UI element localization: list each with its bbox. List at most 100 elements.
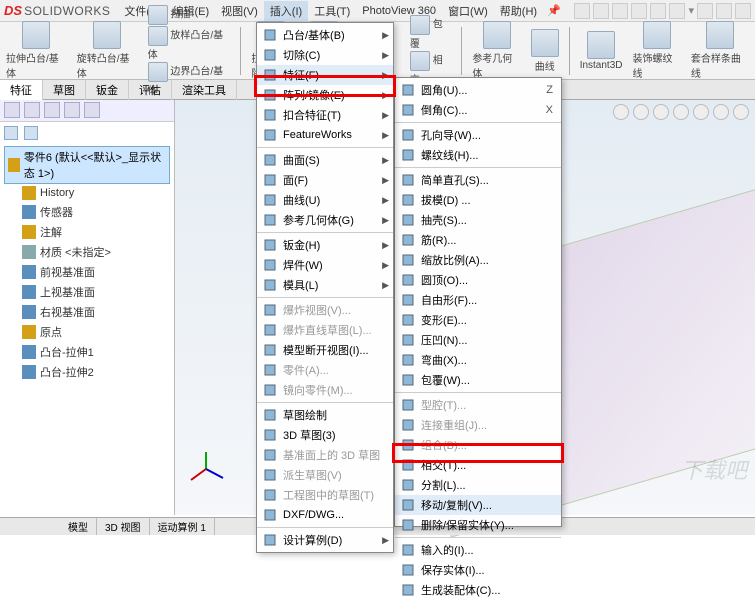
menu-item[interactable]: 变形(E)... — [395, 310, 561, 330]
menu-item[interactable]: 缩放比例(A)... — [395, 250, 561, 270]
tree-tab-config-icon[interactable] — [44, 102, 60, 118]
menu-item[interactable]: 生成装配体(C)... — [395, 580, 561, 600]
menu-item[interactable]: 圆顶(O)... — [395, 270, 561, 290]
tab-evaluate[interactable]: 评估 — [129, 80, 172, 100]
view-appear-icon[interactable] — [713, 104, 729, 120]
menu-item[interactable]: 特征(F)▶ — [257, 65, 393, 85]
menu-item[interactable]: 钣金(H)▶ — [257, 235, 393, 255]
menu-item[interactable]: 包覆(W)... — [395, 370, 561, 390]
model-tab-model[interactable]: 模型 — [60, 518, 97, 535]
qat-select-icon[interactable] — [697, 3, 713, 19]
tab-render[interactable]: 渲染工具 — [172, 80, 237, 100]
view-display-icon[interactable] — [653, 104, 669, 120]
tree-item[interactable]: 原点 — [4, 322, 170, 342]
menu-item-icon — [399, 127, 417, 143]
tree-item[interactable]: 注解 — [4, 222, 170, 242]
pin-icon[interactable]: 📌 — [547, 4, 561, 17]
qat-options2-icon[interactable] — [735, 3, 751, 19]
view-orient-icon[interactable] — [613, 104, 629, 120]
qat-print-icon[interactable] — [631, 3, 647, 19]
tab-features[interactable]: 特征 — [0, 80, 43, 100]
tree-tab-dim-icon[interactable] — [64, 102, 80, 118]
menu-item[interactable]: 圆角(U)...Z — [395, 80, 561, 100]
menu-item[interactable]: 孔向导(W)... — [395, 125, 561, 145]
menu-item[interactable]: 面(F)▶ — [257, 170, 393, 190]
ribbon-curves[interactable]: 曲线 — [531, 29, 559, 73]
tree-item[interactable]: 凸台-拉伸2 — [4, 362, 170, 382]
menu-item[interactable]: 倒角(C)...X — [395, 100, 561, 120]
menu-item[interactable]: 凸台/基体(B)▶ — [257, 25, 393, 45]
menu-item[interactable]: 抽壳(S)... — [395, 210, 561, 230]
model-tab-motion[interactable]: 运动算例 1 — [150, 518, 215, 535]
tab-sketch[interactable]: 草图 — [43, 80, 86, 100]
menu-item[interactable]: 焊件(W)▶ — [257, 255, 393, 275]
menu-item[interactable]: 扣合特征(T)▶ — [257, 105, 393, 125]
menu-item[interactable]: 移动/复制(V)... — [395, 495, 561, 515]
ribbon-fitspline[interactable]: 套合样条曲线 — [691, 21, 749, 80]
view-section-icon[interactable] — [673, 104, 689, 120]
tree-root[interactable]: 零件6 (默认<<默认>_显示状态 1>) — [4, 146, 170, 184]
qat-open-icon[interactable] — [593, 3, 609, 19]
tree-item[interactable]: History — [4, 184, 170, 202]
menu-item[interactable]: 弯曲(X)... — [395, 350, 561, 370]
menu-insert[interactable]: 插入(I) — [264, 1, 308, 21]
menu-item-icon — [261, 532, 279, 548]
logo-text: SOLIDWORKS — [24, 4, 110, 18]
ribbon-sweep[interactable]: 扫描 — [148, 5, 231, 25]
ribbon-refgeo[interactable]: 参考几何体 — [472, 21, 520, 80]
tab-sheetmetal[interactable]: 钣金 — [86, 80, 129, 100]
menu-item[interactable]: 压凹(N)... — [395, 330, 561, 350]
ribbon-instant3d[interactable]: Instant3D — [580, 31, 623, 71]
menu-item[interactable]: 设计算例(D)▶ — [257, 530, 393, 550]
menu-item[interactable]: 自由形(F)... — [395, 290, 561, 310]
ribbon-loft[interactable]: 放样凸台/基体 — [148, 26, 231, 61]
menu-item[interactable]: 曲面(S)▶ — [257, 150, 393, 170]
menu-item[interactable]: DXF/DWG... — [257, 505, 393, 525]
menu-item[interactable]: 输入的(I)... — [395, 540, 561, 560]
tree-tab-property-icon[interactable] — [24, 102, 40, 118]
ribbon-thread[interactable]: 装饰螺纹线 — [633, 21, 681, 80]
menu-item[interactable]: 参考几何体(G)▶ — [257, 210, 393, 230]
menu-item[interactable]: 保存实体(I)... — [395, 560, 561, 580]
menu-item[interactable]: 模型断开视图(I)... — [257, 340, 393, 360]
menu-item[interactable]: 草图绘制 — [257, 405, 393, 425]
tree-item[interactable]: 右视基准面 — [4, 302, 170, 322]
view-triad[interactable] — [185, 448, 227, 493]
menu-item[interactable]: 模具(L)▶ — [257, 275, 393, 295]
menu-item[interactable]: 删除/保留实体(Y)... — [395, 515, 561, 535]
tree-item[interactable]: 上视基准面 — [4, 282, 170, 302]
qat-save-icon[interactable] — [612, 3, 628, 19]
menu-item[interactable]: 阵列/镜像(E)▶ — [257, 85, 393, 105]
tree-item[interactable]: 材质 <未指定> — [4, 242, 170, 262]
qat-rebuild-icon[interactable] — [716, 3, 732, 19]
tree-item[interactable]: 前视基准面 — [4, 262, 170, 282]
tree-item[interactable]: 传感器 — [4, 202, 170, 222]
menu-item[interactable]: 拔模(D) ... — [395, 190, 561, 210]
ribbon-wrap[interactable]: 包覆 — [410, 15, 451, 50]
menu-help[interactable]: 帮助(H) — [494, 1, 543, 21]
menu-item[interactable]: 筋(R)... — [395, 230, 561, 250]
view-scene-icon[interactable] — [693, 104, 709, 120]
view-hide-icon[interactable] — [733, 104, 749, 120]
menu-item[interactable]: 分割(L)... — [395, 475, 561, 495]
menu-item[interactable]: 螺纹线(H)... — [395, 145, 561, 165]
menu-item[interactable]: FeatureWorks▶ — [257, 125, 393, 145]
tree-tab-design-icon[interactable] — [4, 102, 20, 118]
model-tab-3dview[interactable]: 3D 视图 — [97, 518, 150, 535]
tree-tab-display-icon[interactable] — [84, 102, 100, 118]
menu-item[interactable]: 曲线(U)▶ — [257, 190, 393, 210]
qat-options-icon[interactable] — [669, 3, 685, 19]
filter2-icon[interactable] — [24, 126, 38, 140]
menu-item[interactable]: 切除(C)▶ — [257, 45, 393, 65]
menu-item[interactable]: 简单直孔(S)... — [395, 170, 561, 190]
menu-tools[interactable]: 工具(T) — [308, 1, 356, 21]
qat-undo-icon[interactable] — [650, 3, 666, 19]
ribbon-extrude[interactable]: 拉伸凸台/基体 — [6, 21, 67, 80]
menu-item[interactable]: 3D 草图(3) — [257, 425, 393, 445]
ribbon-revolve[interactable]: 旋转凸台/基体 — [77, 21, 138, 80]
menu-item[interactable]: 相交(T)... — [395, 455, 561, 475]
tree-item[interactable]: 凸台-拉伸1 — [4, 342, 170, 362]
view-zoom-icon[interactable] — [633, 104, 649, 120]
qat-new-icon[interactable] — [574, 3, 590, 19]
filter-icon[interactable] — [4, 126, 18, 140]
